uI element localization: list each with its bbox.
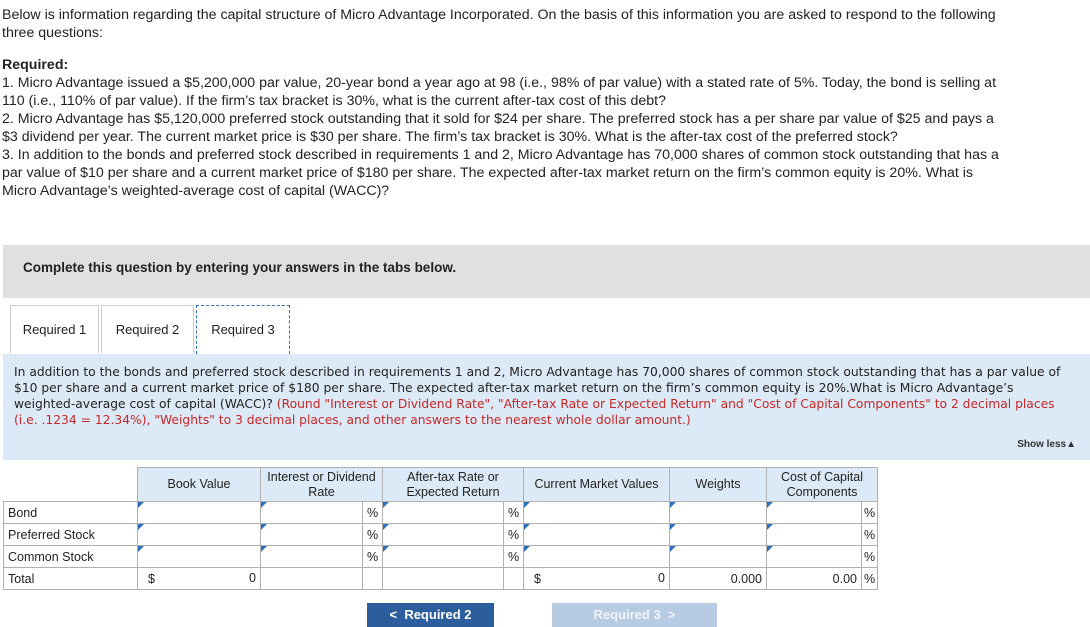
corner-cell [3, 467, 138, 502]
percent-sign: % [503, 501, 524, 524]
chevron-left-icon: < [389, 607, 398, 622]
chevron-right-icon: > [667, 607, 676, 622]
header-interest-rate: Interest or Dividend Rate [260, 467, 383, 502]
bond-market-value-input[interactable] [523, 501, 670, 524]
percent-sign: % [861, 567, 878, 590]
header-cost-components: Cost of Capital Components [766, 467, 878, 502]
preferred-after-tax-rate-input[interactable] [382, 523, 504, 546]
percent-sign: % [362, 545, 383, 568]
percent-sign: % [861, 545, 878, 568]
table-total-row: Total $ 0 $ 0 0.000 0.00 % [3, 567, 878, 590]
tab-required-2[interactable]: Required 2 [101, 305, 194, 353]
percent-sign: % [503, 545, 524, 568]
question-2: 2. Micro Advantage has $5,120,000 prefer… [2, 111, 994, 145]
bond-book-value-input[interactable] [137, 501, 261, 524]
table-row: Preferred Stock % % % [3, 523, 878, 546]
common-market-value-input[interactable] [523, 545, 670, 568]
row-label-total: Total [3, 567, 138, 590]
percent-sign: % [861, 501, 878, 524]
common-weight-input[interactable] [669, 545, 767, 568]
banner-text: Complete this question by entering your … [23, 260, 457, 275]
dollar-sign: $ [534, 571, 541, 586]
header-after-tax-rate: After-tax Rate or Expected Return [382, 467, 524, 502]
empty-cell [382, 567, 504, 590]
empty-cell [260, 567, 363, 590]
header-market-values: Current Market Values [523, 467, 670, 502]
required-heading: Required: [2, 57, 69, 73]
common-dividend-rate-input[interactable] [260, 545, 363, 568]
bond-weight-input[interactable] [669, 501, 767, 524]
header-weights: Weights [669, 467, 767, 502]
table-row: Bond % % % [3, 501, 878, 524]
next-button-label: Required 3 [593, 607, 661, 622]
question-panel: In addition to the bonds and preferred s… [3, 354, 1090, 460]
preferred-book-value-input[interactable] [137, 523, 261, 546]
question-1: 1. Micro Advantage issued a $5,200,000 p… [2, 75, 997, 109]
table-header-row: Book Value Interest or Dividend Rate Aft… [3, 467, 878, 502]
tab-required-1[interactable]: Required 1 [10, 305, 99, 353]
panel-text: In addition to the bonds and preferred s… [14, 364, 1076, 428]
show-less-link[interactable]: Show less▲ [1017, 436, 1076, 450]
triangle-up-icon: ▲ [1066, 439, 1076, 450]
total-market-value-amount: 0 [658, 571, 665, 585]
question-intro: Below is information regarding the capit… [2, 6, 1002, 200]
prev-button-label: Required 2 [404, 607, 472, 622]
percent-sign: % [503, 523, 524, 546]
preferred-cost-component-input[interactable] [766, 523, 862, 546]
preferred-weight-input[interactable] [669, 523, 767, 546]
bond-interest-rate-input[interactable] [260, 501, 363, 524]
total-book-value: $ 0 [137, 567, 261, 590]
percent-sign: % [362, 501, 383, 524]
common-expected-return-input[interactable] [382, 545, 504, 568]
preferred-market-value-input[interactable] [523, 523, 670, 546]
empty-cell [503, 567, 524, 590]
bond-cost-component-input[interactable] [766, 501, 862, 524]
previous-required-2-button[interactable]: < Required 2 [367, 603, 494, 627]
total-market-value: $ 0 [523, 567, 670, 590]
total-cost-of-capital: 0.00 [766, 567, 862, 590]
percent-sign: % [362, 523, 383, 546]
bond-after-tax-rate-input[interactable] [382, 501, 504, 524]
preferred-dividend-rate-input[interactable] [260, 523, 363, 546]
header-book-value: Book Value [137, 467, 261, 502]
row-label-preferred-stock: Preferred Stock [3, 523, 138, 546]
row-label-bond: Bond [3, 501, 138, 524]
table-row: Common Stock % % % [3, 545, 878, 568]
dollar-sign: $ [148, 571, 155, 586]
row-label-common-stock: Common Stock [3, 545, 138, 568]
instruction-banner: Complete this question by entering your … [3, 245, 1090, 298]
wacc-table: Book Value Interest or Dividend Rate Aft… [3, 467, 878, 590]
intro-text: Below is information regarding the capit… [2, 7, 996, 41]
empty-cell [362, 567, 383, 590]
common-cost-component-input[interactable] [766, 545, 862, 568]
next-required-3-button[interactable]: Required 3 > [552, 603, 717, 627]
question-3: 3. In addition to the bonds and preferre… [2, 147, 999, 199]
common-book-value-input[interactable] [137, 545, 261, 568]
total-book-value-amount: 0 [249, 571, 256, 585]
show-less-label: Show less [1017, 439, 1067, 450]
percent-sign: % [861, 523, 878, 546]
tab-required-3[interactable]: Required 3 [196, 305, 290, 354]
total-weights: 0.000 [669, 567, 767, 590]
